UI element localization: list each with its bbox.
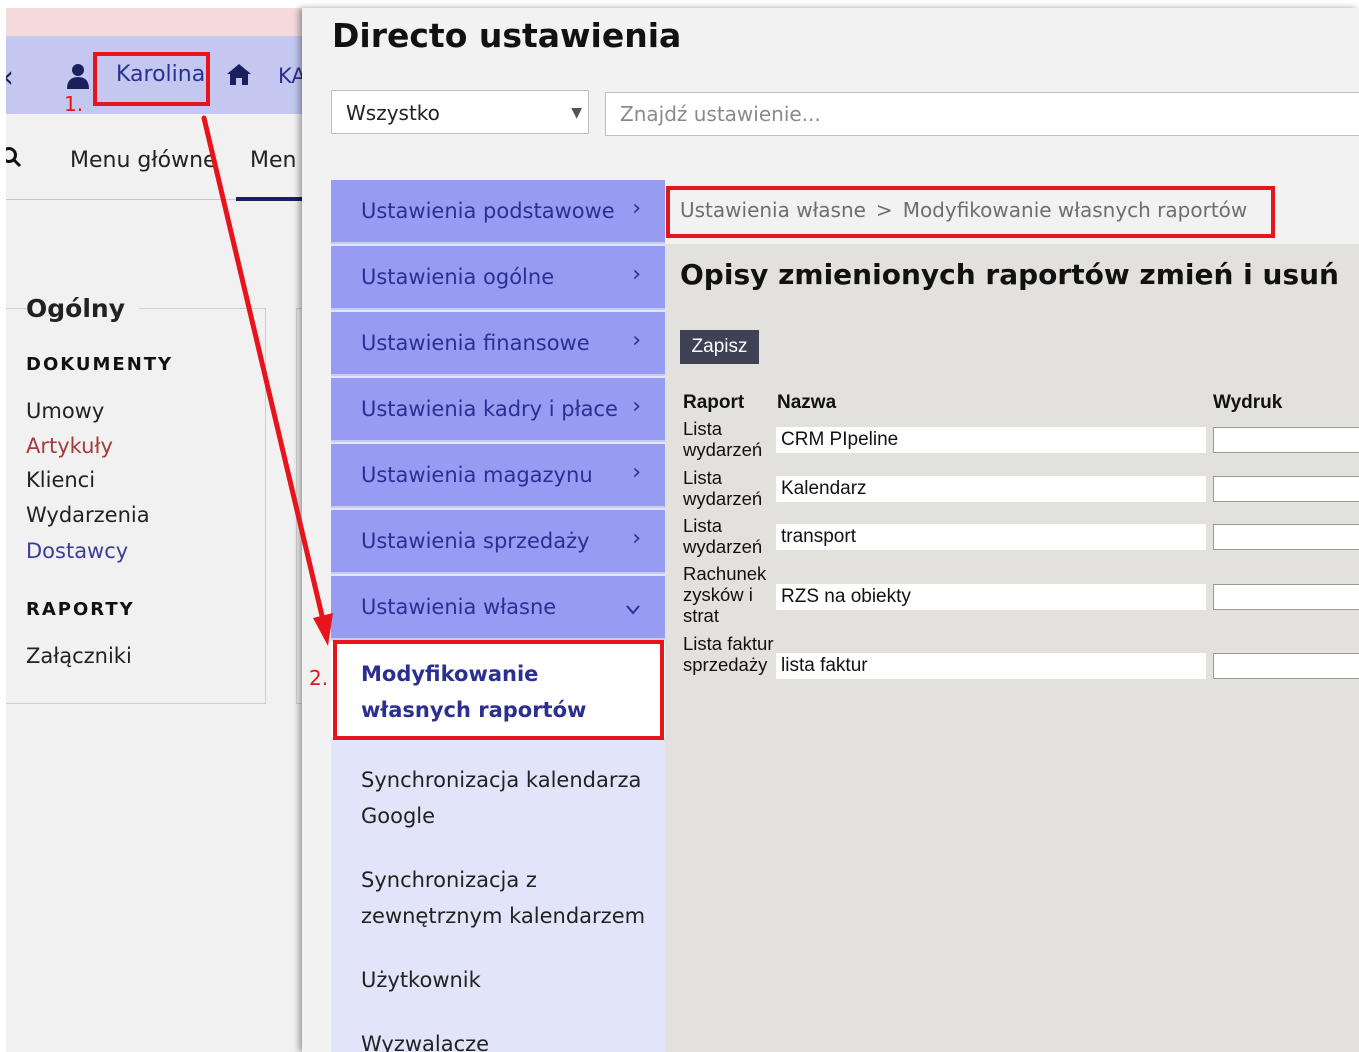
menu-item-warehouse[interactable]: Ustawienia magazynu › <box>331 444 665 508</box>
home-icon[interactable] <box>226 62 252 86</box>
column-header-print: Wydruk <box>1213 392 1283 413</box>
category-filter-select[interactable]: Wszystko ▼ <box>331 90 589 134</box>
menu-item-label: Ustawienia podstawowe <box>361 199 615 223</box>
chevron-right-icon: › <box>632 526 641 551</box>
company-link[interactable]: KA <box>278 64 302 88</box>
submenu-item-google-calendar[interactable]: Synchronizacja kalendarza Google <box>361 762 661 834</box>
submenu-item-triggers[interactable]: Wyzwalacze <box>361 1026 661 1052</box>
active-tab-underline <box>236 197 302 201</box>
menu-item-label: Ustawienia finansowe <box>361 331 590 355</box>
back-chevron-icon[interactable]: ‹ <box>6 60 14 95</box>
menu-item-custom[interactable]: Ustawienia własne <box>331 576 665 640</box>
chevron-right-icon: › <box>632 262 641 287</box>
documents-link[interactable]: Klienci <box>26 468 95 492</box>
panel-title: Ogólny <box>26 294 139 323</box>
table-row-report: Lista wydarzeń <box>683 418 763 460</box>
annotation-step-1: 1. <box>64 92 84 116</box>
documents-link[interactable]: Dostawcy <box>26 539 128 563</box>
menu-item-basic[interactable]: Ustawienia podstawowe › <box>331 180 665 244</box>
menu-item-label: Ustawienia magazynu <box>361 463 593 487</box>
dropdown-arrow-icon: ▼ <box>571 105 582 121</box>
table-row-name-input[interactable] <box>776 653 1206 679</box>
table-row-print-input[interactable] <box>1213 524 1359 550</box>
chevron-down-icon <box>626 605 640 615</box>
table-row-print-input[interactable] <box>1213 427 1359 453</box>
table-row-name-input[interactable] <box>776 584 1206 610</box>
table-row-name-input[interactable] <box>776 524 1206 550</box>
annotation-box-breadcrumb <box>666 186 1275 238</box>
menu-item-hr-payroll[interactable]: Ustawienia kadry i płace › <box>331 378 665 442</box>
main-menu-tab[interactable]: Menu główne <box>70 148 217 173</box>
annotation-box-submenu <box>333 640 664 740</box>
menu-item-label: Ustawienia kadry i płace <box>361 397 618 421</box>
chevron-right-icon: › <box>632 460 641 485</box>
reports-link[interactable]: Załączniki <box>26 644 132 668</box>
save-button[interactable]: Zapisz <box>680 330 759 364</box>
table-row-name-input[interactable] <box>776 427 1206 453</box>
settings-search-input[interactable] <box>605 92 1359 136</box>
search-icon[interactable] <box>6 146 22 168</box>
menu-item-label: Ustawienia własne <box>361 595 557 619</box>
documents-heading: DOKUMENTY <box>26 354 174 375</box>
column-header-name: Nazwa <box>777 392 837 413</box>
settings-overlay: Directo ustawienia Wszystko ▼ Ustawienia… <box>302 8 1359 1052</box>
chevron-right-icon: › <box>632 394 641 419</box>
menu-item-finance[interactable]: Ustawienia finansowe › <box>331 312 665 376</box>
documents-link[interactable]: Umowy <box>26 399 104 423</box>
filter-selected-value: Wszystko <box>346 101 440 125</box>
user-icon <box>67 64 89 89</box>
annotation-step-2: 2. <box>309 666 329 690</box>
table-row-print-input[interactable] <box>1213 653 1359 679</box>
table-row-report: Rachunek zysków i strat <box>683 563 767 626</box>
documents-link[interactable]: Artykuły <box>26 434 113 458</box>
menu-item-sales[interactable]: Ustawienia sprzedaży › <box>331 510 665 574</box>
table-row-report: Lista faktur sprzedaży <box>683 633 774 675</box>
table-row-name-input[interactable] <box>776 476 1206 502</box>
chevron-right-icon: › <box>632 328 641 353</box>
menu-item-label: Ustawienia ogólne <box>361 265 555 289</box>
table-row-print-input[interactable] <box>1213 476 1359 502</box>
table-row-report: Lista wydarzeń <box>683 515 763 557</box>
page-title: Directo ustawienia <box>332 16 682 55</box>
second-menu-tab[interactable]: Men <box>250 148 296 173</box>
top-strip <box>6 8 302 36</box>
content-title: Opisy zmienionych raportów zmień i usuń <box>680 258 1339 291</box>
chevron-right-icon: › <box>632 196 641 221</box>
table-row-report: Lista wydarzeń <box>683 467 763 509</box>
documents-link[interactable]: Wydarzenia <box>26 503 150 527</box>
settings-menu: Ustawienia podstawowe › Ustawienia ogóln… <box>331 180 665 1052</box>
submenu-item-user[interactable]: Użytkownik <box>361 962 661 998</box>
menu-item-label: Ustawienia sprzedaży <box>361 529 590 553</box>
menu-item-general[interactable]: Ustawienia ogólne › <box>331 246 665 310</box>
table-row-print-input[interactable] <box>1213 584 1359 610</box>
column-header-report: Raport <box>683 392 745 413</box>
reports-heading: RAPORTY <box>26 599 135 620</box>
background-app-window: ‹ Karolina KA Menu główne Men Ogólny DOK… <box>6 8 302 1052</box>
annotation-box-user <box>93 52 210 106</box>
submenu-item-external-calendar[interactable]: Synchronizacja z zewnętrznym kalendarzem <box>361 862 661 934</box>
